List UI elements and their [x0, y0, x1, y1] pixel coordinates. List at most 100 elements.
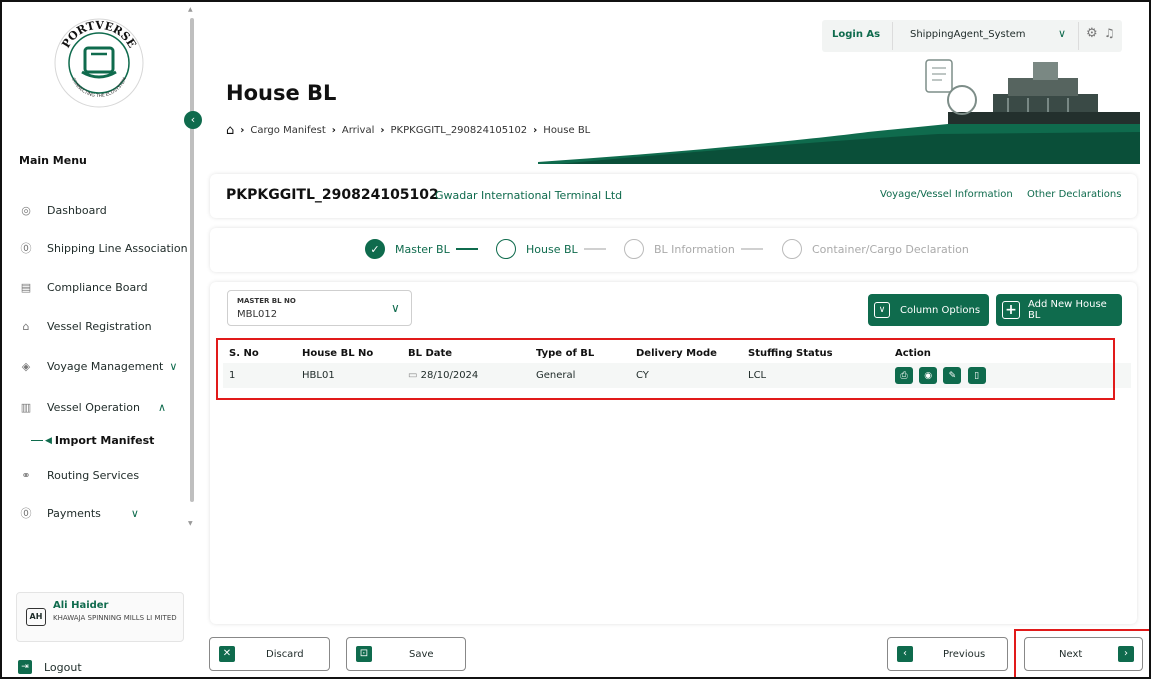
step-bl-information[interactable]: BL Information	[624, 239, 763, 259]
chevron-right-icon: ›	[240, 125, 245, 136]
table-header-row: S. No House BL No BL Date Type of BL Del…	[223, 343, 1131, 363]
voyage-id: PKPKGGITL_290824105102	[226, 187, 439, 203]
top-bar: Login As ShippingAgent_System ∨ ⚙ ♫	[822, 20, 1122, 52]
bell-icon[interactable]: ♫	[1104, 26, 1115, 40]
step-label: BL Information	[654, 242, 735, 256]
cell-type-of-bl: General	[530, 363, 630, 388]
bl-date-value: 28/10/2024	[420, 370, 479, 381]
view-icon[interactable]: ◉	[919, 367, 938, 384]
discard-button[interactable]: ✕ Discard	[209, 637, 330, 671]
sidebar-item-vessel-registration[interactable]: ⌂ Vessel Registration	[19, 319, 189, 333]
breadcrumb-voyage[interactable]: PKPKGGITL_290824105102	[391, 125, 528, 136]
chevron-right-icon: ›	[380, 125, 385, 136]
step-container-cargo[interactable]: Container/Cargo Declaration	[782, 239, 969, 259]
column-options-label: Column Options	[900, 304, 981, 316]
chevron-down-icon: ∨	[169, 359, 178, 373]
voyage-vessel-info-link[interactable]: Voyage/Vessel Information	[880, 189, 1013, 200]
column-header[interactable]: House BL No	[296, 343, 402, 363]
cell-bl-date: ▭ 28/10/2024	[402, 363, 530, 388]
sidebar-item-payments[interactable]: ⓪ Payments ∨	[19, 506, 189, 521]
column-header[interactable]: BL Date	[402, 343, 530, 363]
sidebar-item-label: Shipping Line Association	[47, 241, 188, 255]
chevron-up-icon: ∧	[157, 400, 167, 414]
cell-delivery-mode: CY	[630, 363, 742, 388]
breadcrumb-cargo-manifest[interactable]: Cargo Manifest	[250, 125, 325, 136]
chevron-right-icon: ›	[1118, 646, 1134, 662]
chevron-down-icon: ∨	[874, 302, 890, 318]
ship-illustration	[538, 59, 1140, 164]
step-label: House BL	[526, 242, 578, 256]
sidebar-item-dashboard[interactable]: ◎ Dashboard	[19, 203, 189, 217]
add-house-bl-button[interactable]: + Add New House BL	[996, 294, 1122, 326]
save-button[interactable]: ⊡ Save	[346, 637, 466, 671]
chevron-left-icon: ‹	[897, 646, 913, 662]
cell-actions: ⎙ ◉ ✎ ▯	[889, 363, 1131, 388]
home-icon[interactable]: ⌂	[226, 123, 234, 138]
compliance-icon: ▤	[20, 280, 32, 294]
master-bl-select[interactable]: MASTER BL NO MBL012 ∨	[227, 290, 412, 326]
calendar-icon: ▭	[408, 370, 421, 381]
operation-icon: ▥	[20, 400, 32, 414]
column-options-button[interactable]: ∨ Column Options	[868, 294, 989, 326]
terminal-name: Gwadar International Terminal Ltd	[435, 189, 623, 202]
portverse-logo: PORTVERSE CONNECTING THE ECOSYSTEM	[54, 18, 144, 108]
print-icon[interactable]: ⎙	[895, 367, 913, 384]
next-button[interactable]: Next ›	[1024, 637, 1143, 671]
previous-label: Previous	[943, 649, 986, 660]
column-header[interactable]: Delivery Mode	[630, 343, 742, 363]
breadcrumb-arrival[interactable]: Arrival	[342, 125, 375, 136]
collapse-sidebar-button[interactable]: ‹	[184, 111, 202, 129]
logout-button[interactable]: ⇥ Logout	[18, 660, 82, 674]
sidebar-item-routing-services[interactable]: ⚭ Routing Services	[19, 468, 189, 482]
chevron-down-icon[interactable]: ∨	[1058, 27, 1066, 40]
step-label: Master BL	[395, 242, 450, 256]
step-master-bl[interactable]: ✓ Master BL	[365, 239, 478, 259]
other-declarations-link[interactable]: Other Declarations	[1027, 189, 1121, 200]
logout-icon: ⇥	[18, 660, 32, 674]
step-circle-icon	[496, 239, 516, 259]
stepper: ✓ Master BL House BL BL Information Conta…	[210, 228, 1137, 272]
sidebar-scrollbar[interactable]	[190, 18, 194, 502]
sidebar-item-compliance-board[interactable]: ▤ Compliance Board	[19, 280, 189, 294]
master-bl-value: MBL012	[237, 309, 278, 320]
scroll-down-arrow[interactable]: ▼	[188, 520, 193, 527]
step-house-bl[interactable]: House BL	[496, 239, 606, 259]
payments-icon: ⓪	[20, 507, 32, 520]
sidebar-item-voyage-management[interactable]: ◈ Voyage Management ∨	[19, 359, 189, 373]
house-bl-table: S. No House BL No BL Date Type of BL Del…	[223, 343, 1131, 388]
previous-button[interactable]: ‹ Previous	[887, 637, 1008, 671]
role-select-value[interactable]: ShippingAgent_System	[910, 29, 1026, 40]
column-header[interactable]: Type of BL	[530, 343, 630, 363]
chevron-right-icon: ›	[533, 125, 538, 136]
user-organization: KHAWAJA SPINNING MILLS LI MITED	[53, 614, 177, 622]
logout-label: Logout	[44, 660, 82, 674]
step-circle-icon	[624, 239, 644, 259]
sidebar-item-label: Vessel Registration	[47, 319, 152, 333]
cell-stuffing-status: LCL	[742, 363, 889, 388]
sidebar-item-shipping-line-association[interactable]: ⓪ Shipping Line Association	[19, 241, 189, 256]
close-icon: ✕	[219, 646, 235, 662]
chevron-down-icon: ∨	[130, 506, 139, 520]
column-header[interactable]: Stuffing Status	[742, 343, 889, 363]
edit-icon[interactable]: ✎	[943, 367, 962, 384]
column-header[interactable]: S. No	[223, 343, 296, 363]
sidebar-item-label: Dashboard	[47, 203, 107, 217]
sidebar-subitem-import-manifest[interactable]: ◀ Import Manifest	[31, 434, 154, 447]
gear-icon[interactable]: ⚙	[1086, 26, 1098, 41]
sidebar-item-vessel-operation[interactable]: ▥ Vessel Operation ∧	[19, 400, 189, 414]
voyage-icon: ◈	[21, 359, 31, 373]
user-card[interactable]: AH Ali Haider KHAWAJA SPINNING MILLS LI …	[16, 592, 184, 642]
avatar: AH	[26, 608, 46, 626]
delete-icon[interactable]: ▯	[967, 367, 986, 384]
active-pointer-icon: ◀	[45, 435, 52, 446]
save-label: Save	[409, 649, 434, 660]
scroll-up-arrow[interactable]: ▲	[188, 6, 193, 13]
discard-label: Discard	[266, 649, 304, 660]
step-circle-icon	[782, 239, 802, 259]
dashboard-icon: ◎	[21, 203, 31, 217]
table-row[interactable]: 1 HBL01 ▭ 28/10/2024 General CY LCL ⎙ ◉ …	[223, 363, 1131, 388]
main-menu-title: Main Menu	[19, 154, 87, 167]
association-icon: ⓪	[20, 242, 32, 255]
page-title: House BL	[226, 81, 337, 105]
breadcrumb: ⌂ › Cargo Manifest › Arrival › PKPKGGITL…	[226, 123, 590, 138]
